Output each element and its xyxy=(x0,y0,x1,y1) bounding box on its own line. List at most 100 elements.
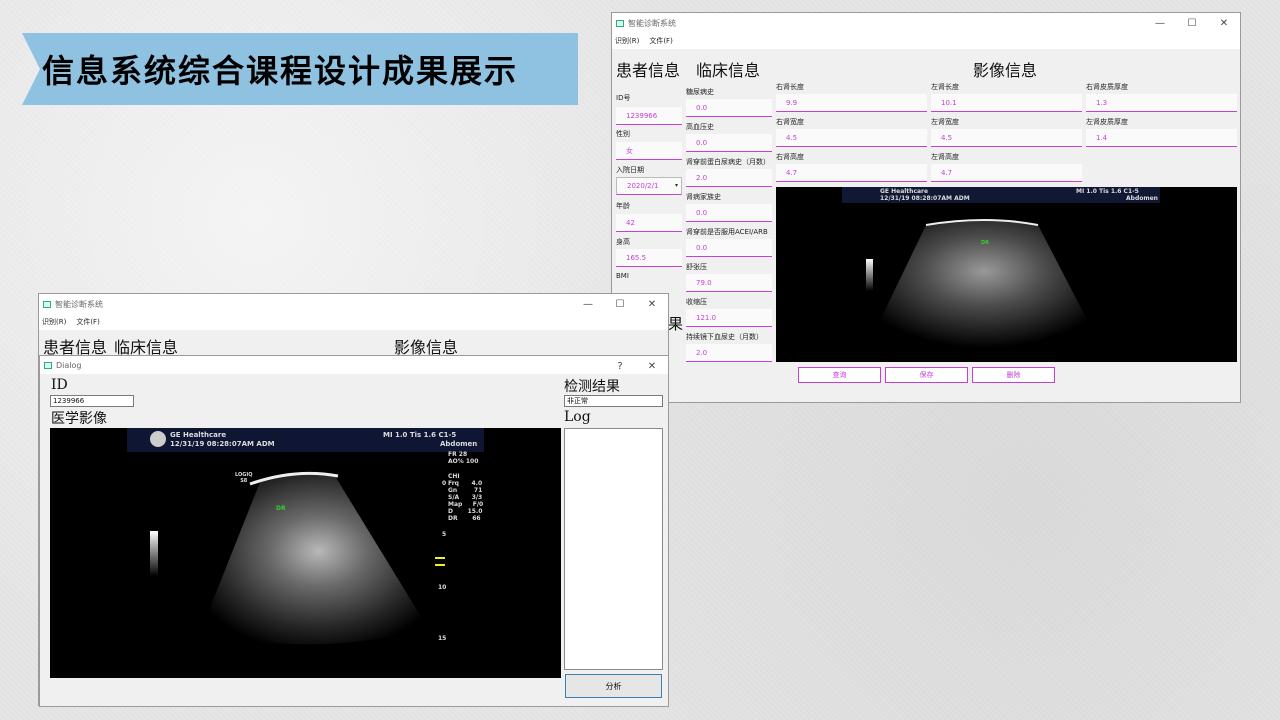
detection-result-field[interactable]: 非正常 xyxy=(564,395,663,407)
acei-arb-field[interactable]: 0.0 xyxy=(686,239,772,257)
us-datetime: 12/31/19 08:28:07AM ADM xyxy=(170,440,275,448)
maximize-icon[interactable]: ☐ xyxy=(1176,13,1208,33)
menu-file[interactable]: 文件(F) xyxy=(649,36,673,46)
back-menu-file[interactable]: 文件(F) xyxy=(76,317,100,327)
height-field[interactable]: 165.5 xyxy=(616,249,682,267)
save-button[interactable]: 保存 xyxy=(885,367,968,383)
dialog-window: Dialog ? ✕ ID 1239966 医学影像 检测结果 非正常 Log … xyxy=(39,355,669,707)
main-window: 智能诊断系统 — ☐ ✕ 识别(R) 文件(F) 患者信息 临床信息 影像信息 … xyxy=(611,12,1241,403)
age-label: 年龄 xyxy=(616,202,630,210)
patient-id-field[interactable]: 1239966 xyxy=(616,107,682,125)
back-menubar: 识别(R) 文件(F) xyxy=(39,314,668,330)
query-button[interactable]: 查询 xyxy=(798,367,881,383)
right-kidney-height-label: 右肾高度 xyxy=(776,153,804,161)
back-window-title: 智能诊断系统 xyxy=(55,299,103,309)
delete-button[interactable]: 删除 xyxy=(972,367,1055,383)
help-icon[interactable]: ? xyxy=(604,356,636,376)
hypertension-label: 高血压史 xyxy=(686,123,714,131)
us-probe: LOGIQ S8 xyxy=(235,472,253,484)
right-kidney-length-label: 右肾长度 xyxy=(776,83,804,91)
left-kidney-length-label: 左肾长度 xyxy=(931,83,959,91)
dialog-close-icon[interactable]: ✕ xyxy=(636,356,668,376)
hypertension-field[interactable]: 0.0 xyxy=(686,134,772,152)
us-chi-params: CHI Frq 4.0 Gn 71 S/A 3/3 Map F/0 D 15.0… xyxy=(448,473,484,522)
left-kidney-width-field[interactable]: 4.5 xyxy=(931,129,1082,147)
app-icon xyxy=(616,19,624,27)
menu-recognize[interactable]: 识别(R) xyxy=(615,36,639,46)
slide-title: 信息系统综合课程设计成果展示 xyxy=(42,52,519,90)
us-marker-small: DR xyxy=(981,240,990,246)
analyze-button[interactable]: 分析 xyxy=(565,674,662,698)
us-region-small: Abdomen xyxy=(1126,195,1158,202)
diabetes-field[interactable]: 0.0 xyxy=(686,99,772,117)
admission-date-value: 2020/2/1 xyxy=(627,182,659,190)
imaging-info-title: 影像信息 xyxy=(973,61,1038,80)
us-mi-small: MI 1.0 Tis 1.6 C1-5 xyxy=(1076,188,1139,195)
right-kidney-width-label: 右肾宽度 xyxy=(776,118,804,126)
minimize-icon[interactable]: — xyxy=(1144,13,1176,33)
right-cortex-label: 右肾皮质厚度 xyxy=(1086,83,1128,91)
hematuria-label: 持续镜下血尿史（月数） xyxy=(686,333,763,341)
back-maximize-icon[interactable]: ☐ xyxy=(604,294,636,314)
dialog-titlebar: Dialog ? ✕ xyxy=(40,356,668,374)
back-close-icon[interactable]: ✕ xyxy=(636,294,668,314)
close-icon[interactable]: ✕ xyxy=(1208,13,1240,33)
left-kidney-height-label: 左肾高度 xyxy=(931,153,959,161)
log-textarea[interactable] xyxy=(564,428,663,670)
admission-date-label: 入院日期 xyxy=(616,166,644,174)
main-window-title: 智能诊断系统 xyxy=(628,18,676,28)
back-menu-recognize[interactable]: 识别(R) xyxy=(42,317,66,327)
us-vendor-small: GE Healthcare xyxy=(880,188,929,195)
diastolic-field[interactable]: 79.0 xyxy=(686,274,772,292)
diastolic-label: 舒张压 xyxy=(686,263,707,271)
age-field[interactable]: 42 xyxy=(616,214,682,232)
proteinuria-field[interactable]: 2.0 xyxy=(686,169,772,187)
us-ao: AO% 100 xyxy=(448,458,479,465)
dialog-app-icon xyxy=(44,361,52,369)
left-kidney-length-field[interactable]: 10.1 xyxy=(931,94,1082,112)
main-content: 患者信息 临床信息 影像信息 ID号 1239966 性别 女 入院日期 202… xyxy=(612,49,1240,402)
systolic-label: 收缩压 xyxy=(686,298,707,306)
acei-arb-label: 肾穿前是否服用ACEI/ARB xyxy=(686,228,768,236)
back-titlebar: 智能诊断系统 — ☐ ✕ xyxy=(39,294,668,314)
ultrasound-image: GE Healthcare 12/31/19 08:28:07AM ADM MI… xyxy=(776,187,1237,362)
family-history-label: 肾病家族史 xyxy=(686,193,721,201)
id-label: ID xyxy=(51,377,68,393)
us-depth-0: 0 xyxy=(442,480,447,487)
log-label: Log xyxy=(564,409,591,425)
left-kidney-height-field[interactable]: 4.7 xyxy=(931,164,1082,182)
id-input[interactable]: 1239966 xyxy=(50,395,134,407)
right-kidney-length-field[interactable]: 9.9 xyxy=(776,94,927,112)
family-history-field[interactable]: 0.0 xyxy=(686,204,772,222)
admission-date-field[interactable]: 2020/2/1 ▾ xyxy=(616,177,682,195)
hematuria-field[interactable]: 2.0 xyxy=(686,344,772,362)
dropdown-arrow-icon[interactable]: ▾ xyxy=(675,182,678,189)
dialog-ultrasound-scan-graphic xyxy=(127,428,484,645)
us-region: Abdomen xyxy=(440,440,478,448)
us-fr: FR 28 xyxy=(448,451,468,458)
dialog-ultrasound-image: GE Healthcare 12/31/19 08:28:07AM ADM MI… xyxy=(50,428,561,678)
us-mi: MI 1.0 Tis 1.6 C1-5 xyxy=(383,431,457,439)
right-cortex-field[interactable]: 1.3 xyxy=(1086,94,1237,112)
gender-label: 性别 xyxy=(616,130,630,138)
main-titlebar: 智能诊断系统 — ☐ ✕ xyxy=(612,13,1240,33)
clinical-info-title: 临床信息 xyxy=(696,61,761,80)
us-vendor: GE Healthcare xyxy=(170,431,227,439)
proteinuria-label: 肾穿前蛋白尿病史（月数） xyxy=(686,158,770,166)
us-depth-10: 10 xyxy=(438,584,447,591)
right-kidney-height-field[interactable]: 4.7 xyxy=(776,164,927,182)
left-cortex-field[interactable]: 1.4 xyxy=(1086,129,1237,147)
left-kidney-width-label: 左肾宽度 xyxy=(931,118,959,126)
back-minimize-icon[interactable]: — xyxy=(572,294,604,314)
dialog-title: Dialog xyxy=(56,360,82,370)
bmi-label: BMI xyxy=(616,272,629,280)
right-kidney-width-field[interactable]: 4.5 xyxy=(776,129,927,147)
patient-id-label: ID号 xyxy=(616,94,631,102)
main-menubar: 识别(R) 文件(F) xyxy=(612,33,1240,49)
detection-result-label: 检测结果 xyxy=(564,379,620,395)
systolic-field[interactable]: 121.0 xyxy=(686,309,772,327)
ultrasound-scan-graphic xyxy=(842,187,1160,348)
app-icon-back xyxy=(43,300,51,308)
height-label: 身高 xyxy=(616,238,630,246)
gender-field[interactable]: 女 xyxy=(616,142,682,160)
